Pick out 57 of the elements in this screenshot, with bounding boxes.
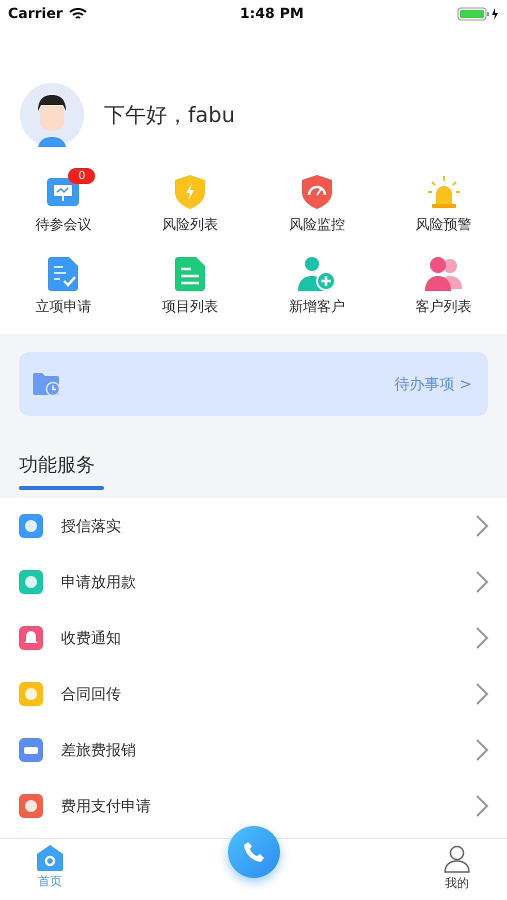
chevron-icon [475, 570, 489, 594]
service-item[interactable]: 合同回传 [0, 666, 507, 722]
service-label: 差旅费报销 [61, 740, 137, 760]
service-item[interactable]: 收费通知 [0, 610, 507, 666]
bell-icon [19, 626, 43, 650]
service-label: 费用支付申请 [61, 796, 152, 816]
chevron-icon [475, 738, 489, 762]
carrier-name: Carrier [8, 6, 63, 22]
avatar [20, 83, 84, 147]
chevron-icon [475, 626, 489, 650]
shortcut-label: 待参会议 [35, 216, 92, 234]
shortcut-item[interactable]: 新增客户 [254, 248, 380, 316]
chevron-icon [475, 514, 489, 538]
shortcut-item[interactable]: 立项申请 [0, 248, 127, 316]
shortcut-item[interactable]: 0 待参会议 [0, 166, 127, 234]
shortcut-label: 风险监控 [288, 216, 345, 234]
shortcut-label: 风险预警 [416, 216, 472, 234]
shortcut-item[interactable]: 客户列表 [380, 248, 507, 316]
shortcut-item[interactable]: 项目列表 [126, 248, 254, 316]
shield-gauge-icon [302, 175, 332, 209]
shortcut-item[interactable]: 风险预警 [380, 166, 507, 234]
shortcut-label: 项目列表 [162, 298, 218, 316]
document-check-icon [48, 257, 78, 291]
add-user-icon [298, 257, 336, 291]
home-icon [36, 845, 64, 871]
shortcut-item[interactable]: 风险监控 [254, 166, 380, 234]
service-item[interactable]: 差旅费报销 [0, 722, 507, 778]
clock-time: 1:48 PM [240, 6, 304, 22]
service-label: 申请放用款 [61, 572, 137, 592]
service-label: 收费通知 [61, 628, 122, 648]
chevron-icon [475, 682, 489, 706]
shortcut-label: 客户列表 [416, 298, 472, 316]
shortcut-item[interactable]: 风险列表 [126, 166, 254, 234]
greeting-text: 下午好，fabu [104, 102, 235, 129]
service-item[interactable]: 申请放用款 [0, 554, 507, 610]
users-icon [424, 257, 463, 291]
service-item[interactable]: 费用支付申请 [0, 778, 507, 834]
shield-lightning-icon [175, 175, 206, 209]
chevron-icon [475, 794, 489, 818]
wifi-icon [68, 8, 87, 20]
document-list-icon [175, 257, 206, 291]
shortcut-label: 新增客户 [288, 298, 345, 316]
presentation-icon [47, 176, 80, 208]
folder-clock-icon [33, 372, 61, 396]
user-icon [443, 845, 471, 873]
battery-icon [457, 7, 499, 21]
shortcut-label: 风险列表 [162, 216, 218, 234]
phone-icon [242, 840, 266, 864]
count-badge: 0 [68, 168, 96, 184]
shortcut-label: 立项申请 [35, 298, 92, 316]
tab-item[interactable]: 我的 [443, 845, 471, 900]
section-title: 功能服务 [19, 453, 96, 478]
car-icon [19, 738, 43, 762]
alarm-light-icon [426, 175, 461, 209]
service-item[interactable]: 授信落实 [0, 498, 507, 554]
service-label: 授信落实 [61, 516, 122, 536]
service-label: 合同回传 [61, 684, 122, 704]
